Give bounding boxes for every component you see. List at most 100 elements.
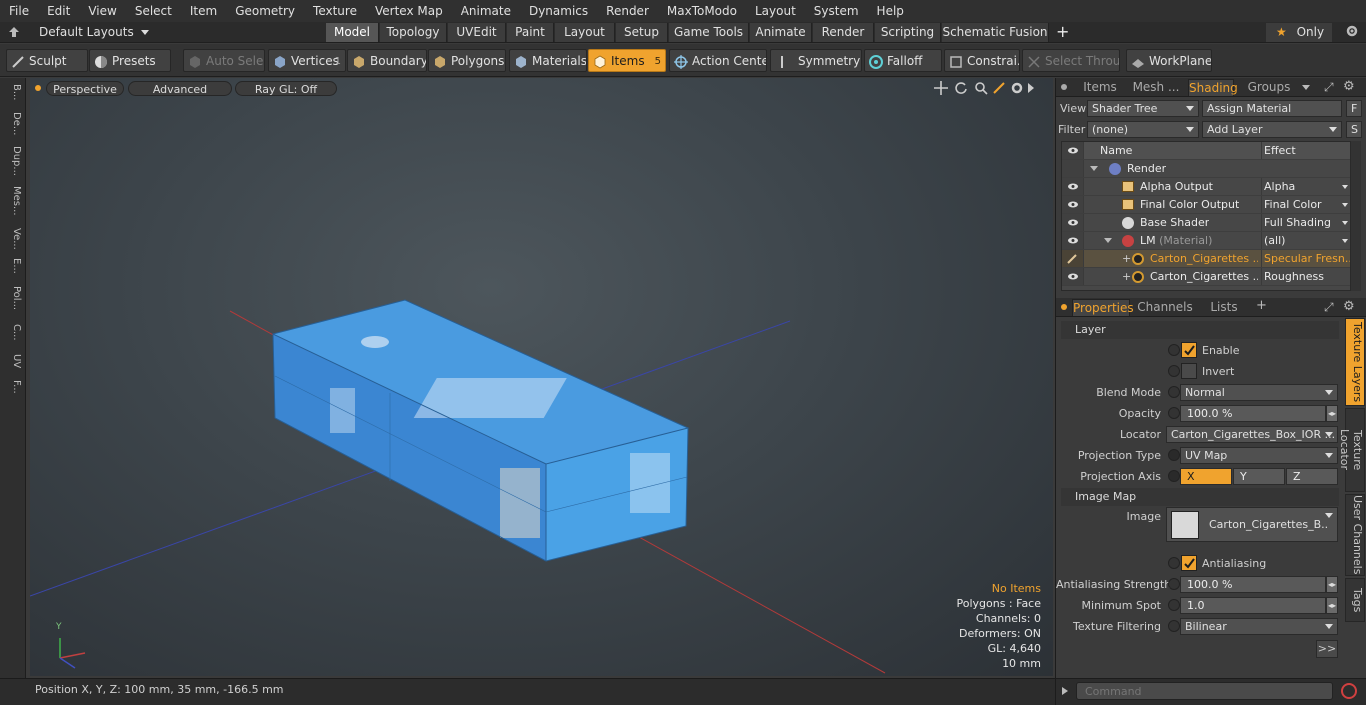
axis-y-button[interactable]: Y	[1233, 468, 1285, 485]
projection-type-link-toggle[interactable]	[1168, 449, 1180, 461]
eye-icon[interactable]	[1062, 268, 1084, 285]
row-effect[interactable]: Specular Fresn...	[1261, 250, 1350, 267]
tab-paint[interactable]: Paint	[507, 23, 554, 42]
maximize-icon[interactable]	[992, 81, 1006, 98]
tab-layout[interactable]: Layout	[555, 23, 615, 42]
command-expand-icon[interactable]	[1062, 687, 1068, 695]
vertices-button[interactable]: Vertices 1	[268, 49, 346, 72]
menu-dynamics[interactable]: Dynamics	[520, 0, 597, 22]
tab-animate[interactable]: Animate	[750, 23, 812, 42]
projection-type-dropdown[interactable]: UV Map	[1180, 447, 1338, 464]
row-effect[interactable]: Roughness	[1261, 268, 1350, 285]
filter-dropdown[interactable]: (none)	[1087, 121, 1199, 138]
min-spot-link-toggle[interactable]	[1168, 599, 1180, 611]
perspective-button[interactable]: Perspective	[46, 81, 124, 96]
tree-row[interactable]: Base Shader Full Shading	[1062, 214, 1350, 232]
tab-groups[interactable]: Groups	[1236, 79, 1302, 96]
blend-mode-dropdown[interactable]: Normal	[1180, 384, 1338, 401]
menu-select[interactable]: Select	[126, 0, 181, 22]
left-tab-edge[interactable]: E...	[4, 258, 22, 274]
select-through-button[interactable]: Select Through	[1022, 49, 1120, 72]
menu-geometry[interactable]: Geometry	[226, 0, 304, 22]
s-button[interactable]: S	[1346, 121, 1362, 138]
row-effect[interactable]: (all)	[1261, 232, 1350, 249]
axis-z-button[interactable]: Z	[1286, 468, 1338, 485]
symmetry-button[interactable]: Symmetry	[770, 49, 862, 72]
layout-preset-dropdown[interactable]: Default Layouts	[39, 22, 149, 43]
advanced-button[interactable]: Advanced	[128, 81, 232, 96]
locator-dropdown[interactable]: Carton_Cigarettes_Box_IOR ...	[1166, 426, 1338, 443]
left-tab-polygon[interactable]: Pol...	[4, 286, 22, 310]
panel-maximize-icon[interactable]: ⤢	[1324, 80, 1334, 95]
chevron-down-icon[interactable]	[1342, 203, 1348, 207]
antialiasing-link-toggle[interactable]	[1168, 557, 1180, 569]
command-input[interactable]	[1076, 682, 1333, 700]
auto-select-button[interactable]: Auto Select	[183, 49, 265, 72]
image-map-section-header[interactable]: Image Map	[1061, 488, 1339, 506]
eye-icon[interactable]	[1062, 232, 1084, 249]
tree-row[interactable]: + Carton_Cigarettes ... Roughness	[1062, 268, 1350, 286]
left-tab-mesh-edit[interactable]: Mes...	[4, 186, 22, 216]
blend-mode-link-toggle[interactable]	[1168, 386, 1180, 398]
min-spot-slider-handle[interactable]: ◂▸	[1326, 597, 1338, 614]
plus-icon[interactable]: +	[1122, 268, 1131, 286]
viewport-expand-icon[interactable]	[1028, 83, 1034, 93]
workplane-button[interactable]: WorkPlane	[1126, 49, 1212, 72]
plus-icon[interactable]: +	[1122, 250, 1131, 268]
panel-maximize-icon[interactable]: ⤢	[1324, 300, 1334, 315]
tab-topology[interactable]: Topology	[380, 23, 447, 42]
invert-link-toggle[interactable]	[1168, 365, 1180, 377]
left-tab-uv[interactable]: UV	[4, 354, 22, 368]
menu-vertex-map[interactable]: Vertex Map	[366, 0, 452, 22]
materials-button[interactable]: Materials	[509, 49, 587, 72]
layout-switch-icon[interactable]	[8, 26, 20, 41]
menu-layout[interactable]: Layout	[746, 0, 805, 22]
tab-setup[interactable]: Setup	[616, 23, 668, 42]
tree-row[interactable]: Final Color Output Final Color	[1062, 196, 1350, 214]
row-effect[interactable]: Final Color	[1261, 196, 1350, 213]
polygons-button[interactable]: Polygons	[428, 49, 506, 72]
panel-gear-icon[interactable]: ⚙	[1343, 79, 1355, 94]
tab-lists[interactable]: Lists	[1198, 299, 1250, 316]
projection-axis-link-toggle[interactable]	[1168, 470, 1180, 482]
tree-row[interactable]: + Carton_Cigarettes ... Specular Fresn..…	[1062, 250, 1350, 268]
tab-game-tools[interactable]: Game Tools	[669, 23, 749, 42]
image-selector[interactable]: Carton_Cigarettes_B...	[1166, 507, 1338, 542]
3d-viewport[interactable]: Y Perspective Advanced Ray GL: Off No It…	[30, 78, 1053, 676]
settings-gear-icon[interactable]	[1345, 24, 1359, 41]
layer-section-header[interactable]: Layer	[1061, 321, 1339, 339]
record-icon[interactable]	[1341, 683, 1357, 699]
left-tab-deform[interactable]: De...	[4, 112, 22, 135]
add-layer-dropdown[interactable]: Add Layer	[1202, 121, 1342, 138]
tab-shading[interactable]: Shading	[1188, 79, 1238, 96]
tree-row[interactable]: Render	[1062, 160, 1350, 178]
aa-strength-slider-handle[interactable]: ◂▸	[1326, 576, 1338, 593]
only-toggle[interactable]: ★ Only	[1266, 23, 1332, 42]
left-tab-basic[interactable]: B...	[4, 84, 22, 100]
chevron-down-icon[interactable]	[1342, 185, 1348, 189]
tab-user-channels[interactable]: User Channels	[1345, 494, 1365, 576]
left-tab-duplicate[interactable]: Dup...	[4, 146, 22, 176]
tab-texture-layers[interactable]: Texture Layers	[1345, 318, 1365, 406]
pan-icon[interactable]	[934, 81, 948, 98]
row-effect[interactable]: Full Shading	[1261, 214, 1350, 231]
presets-button[interactable]: Presets	[89, 49, 171, 72]
tab-mesh[interactable]: Mesh ...	[1126, 79, 1186, 96]
items-button[interactable]: Items 5	[588, 49, 666, 72]
menu-texture[interactable]: Texture	[304, 0, 366, 22]
opacity-link-toggle[interactable]	[1168, 407, 1180, 419]
aa-strength-link-toggle[interactable]	[1168, 578, 1180, 590]
falloff-button[interactable]: Falloff	[864, 49, 942, 72]
assign-material-button[interactable]: Assign Material	[1202, 100, 1342, 117]
sculpt-button[interactable]: Sculpt	[6, 49, 88, 72]
left-tab-vertex[interactable]: Ve...	[4, 228, 22, 250]
menu-system[interactable]: System	[805, 0, 868, 22]
more-button[interactable]: >>	[1316, 640, 1338, 658]
chevron-down-icon[interactable]	[1342, 221, 1348, 225]
expand-chevron-icon[interactable]	[1104, 238, 1112, 243]
tab-properties[interactable]: Properties	[1072, 299, 1134, 316]
tabs-overflow-chevron-icon[interactable]	[1302, 85, 1310, 90]
opacity-slider-handle[interactable]: ◂▸	[1326, 405, 1338, 422]
eye-icon[interactable]	[1062, 178, 1084, 195]
tree-row[interactable]: LM (Material) (all)	[1062, 232, 1350, 250]
